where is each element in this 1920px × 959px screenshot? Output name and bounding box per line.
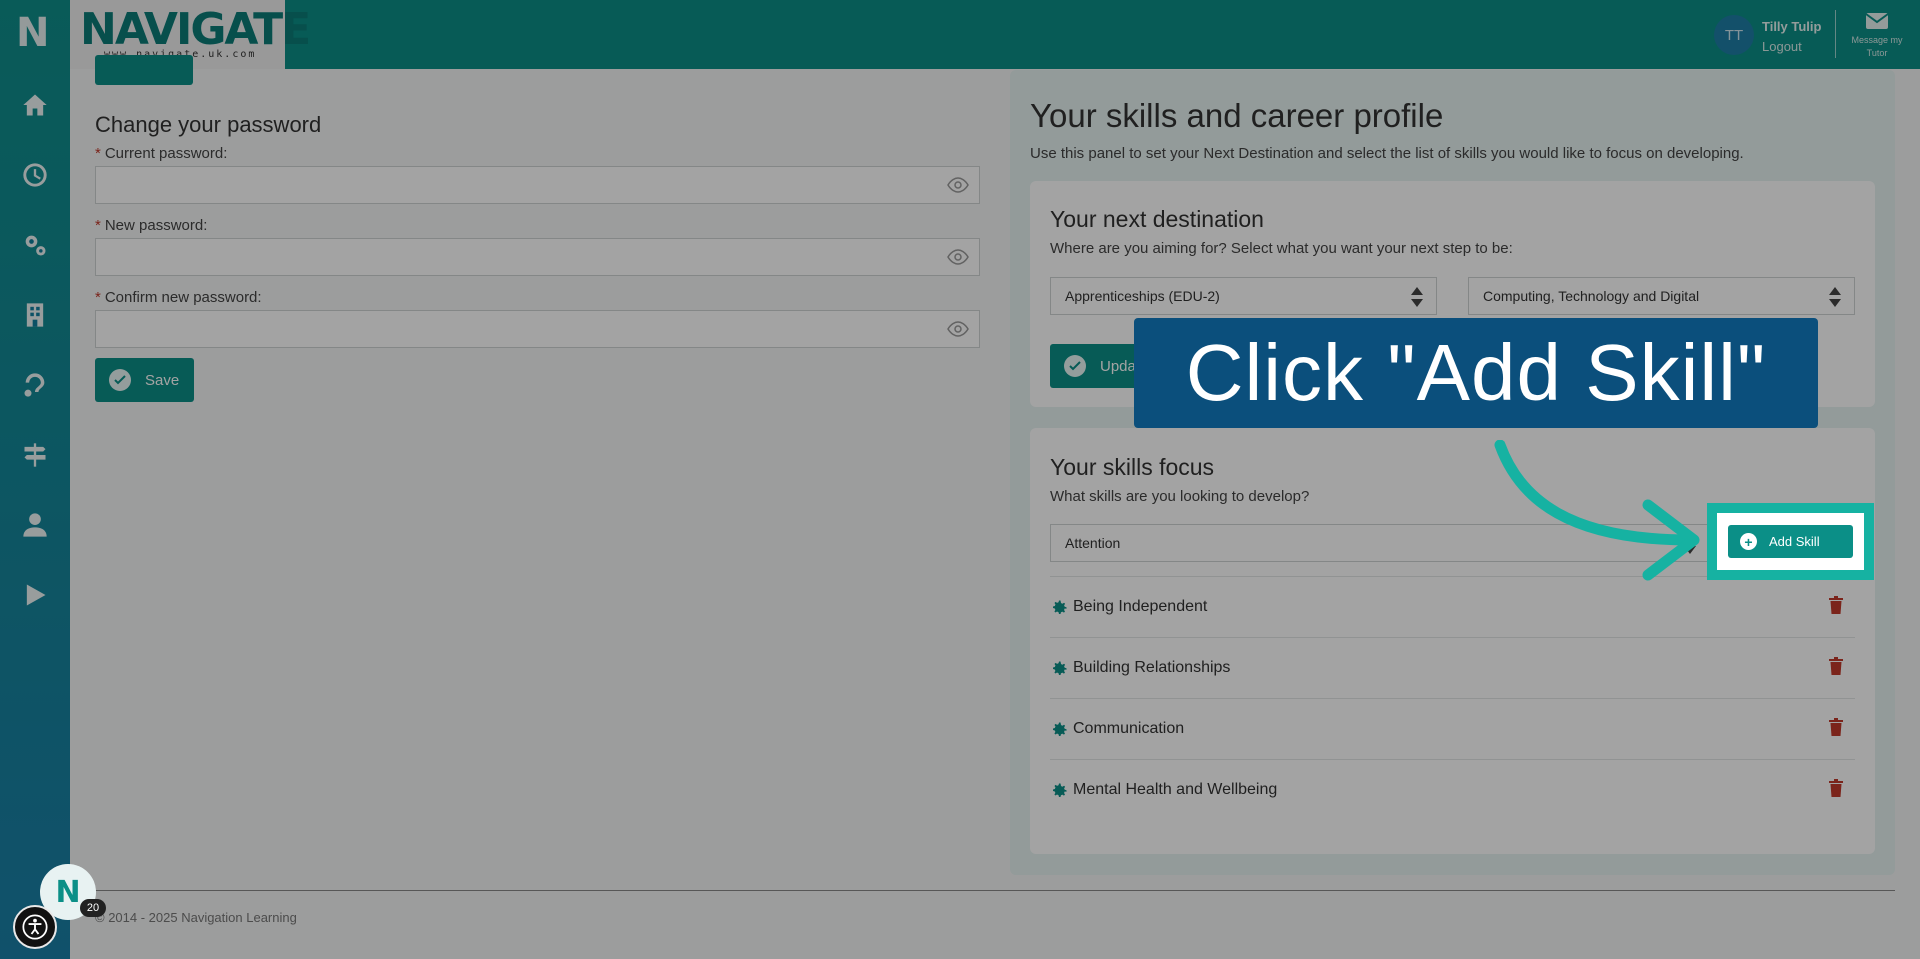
- play-icon[interactable]: [18, 578, 52, 612]
- skill-row: Being Independent: [1050, 576, 1855, 637]
- notification-badge: 20: [80, 899, 106, 917]
- user-icon[interactable]: [18, 508, 52, 542]
- eye-icon[interactable]: [947, 177, 969, 193]
- header-divider: [1835, 10, 1836, 58]
- sort-arrows-icon: [1411, 287, 1423, 307]
- plus-icon: +: [1740, 533, 1757, 550]
- home-icon[interactable]: [18, 88, 52, 122]
- eye-icon[interactable]: [947, 321, 969, 337]
- new-password-input[interactable]: [95, 238, 980, 276]
- hand-icon[interactable]: [18, 368, 52, 402]
- skill-name: Communication: [1073, 720, 1185, 737]
- top-header: [70, 0, 1920, 69]
- skill-row: Communication: [1050, 698, 1855, 759]
- trash-icon[interactable]: [1829, 718, 1843, 736]
- gear-icon: [1053, 783, 1067, 797]
- avatar[interactable]: TT: [1714, 15, 1754, 55]
- password-section-title: Change your password: [95, 112, 322, 137]
- sidebar-logo[interactable]: N: [16, 10, 54, 56]
- trash-icon[interactable]: [1829, 779, 1843, 797]
- destination-level-select[interactable]: Apprenticeships (EDU-2): [1050, 277, 1437, 315]
- accessibility-button[interactable]: [13, 905, 57, 949]
- skill-row: Mental Health and Wellbeing: [1050, 759, 1855, 820]
- save-button[interactable]: Save: [95, 358, 194, 402]
- profile-title: Your skills and career profile: [1030, 97, 1444, 134]
- gear-icon: [1053, 661, 1067, 675]
- footer-divider: [95, 890, 1895, 891]
- signpost-icon[interactable]: [18, 438, 52, 472]
- eye-icon[interactable]: [947, 249, 969, 265]
- gear-icon: [1053, 600, 1067, 614]
- current-password-input[interactable]: [95, 166, 980, 204]
- add-skill-button[interactable]: + Add Skill: [1728, 525, 1853, 558]
- skill-name: Mental Health and Wellbeing: [1073, 781, 1278, 798]
- footer-copyright: © 2014 - 2025 Navigation Learning: [95, 910, 297, 925]
- new-password-label: * New password:: [95, 217, 208, 234]
- envelope-icon[interactable]: [1865, 12, 1889, 30]
- skills-description: What skills are you looking to develop?: [1050, 488, 1310, 505]
- trash-icon[interactable]: [1829, 657, 1843, 675]
- confirm-password-label: * Confirm new password:: [95, 289, 262, 306]
- user-name: Tilly Tulip: [1762, 19, 1822, 34]
- sidebar: N: [0, 0, 70, 959]
- building-icon[interactable]: [18, 298, 52, 332]
- accessibility-icon: [22, 914, 48, 940]
- previous-save-button[interactable]: [95, 55, 193, 85]
- destination-sector-select[interactable]: Computing, Technology and Digital: [1468, 277, 1855, 315]
- skill-name: Building Relationships: [1073, 659, 1231, 676]
- message-tutor-label[interactable]: Message my Tutor: [1848, 34, 1906, 60]
- trash-icon[interactable]: [1829, 596, 1843, 614]
- check-icon: [1064, 355, 1086, 377]
- destination-title: Your next destination: [1050, 206, 1264, 232]
- arrow-icon: [1494, 440, 1700, 581]
- clock-icon[interactable]: [18, 158, 52, 192]
- gear-icon: [1053, 722, 1067, 736]
- logout-link[interactable]: Logout: [1762, 39, 1802, 54]
- skills-title: Your skills focus: [1050, 454, 1215, 480]
- tutorial-callout: Click "Add Skill": [1134, 318, 1818, 428]
- profile-description: Use this panel to set your Next Destinat…: [1030, 145, 1744, 162]
- destination-description: Where are you aiming for? Select what yo…: [1050, 240, 1513, 257]
- sort-arrows-icon: [1829, 287, 1841, 307]
- skill-name: Being Independent: [1073, 598, 1208, 615]
- confirm-password-input[interactable]: [95, 310, 980, 348]
- cogs-icon[interactable]: [18, 228, 52, 262]
- current-password-label: * Current password:: [95, 145, 228, 162]
- check-icon: [109, 369, 131, 391]
- skill-row: Building Relationships: [1050, 637, 1855, 698]
